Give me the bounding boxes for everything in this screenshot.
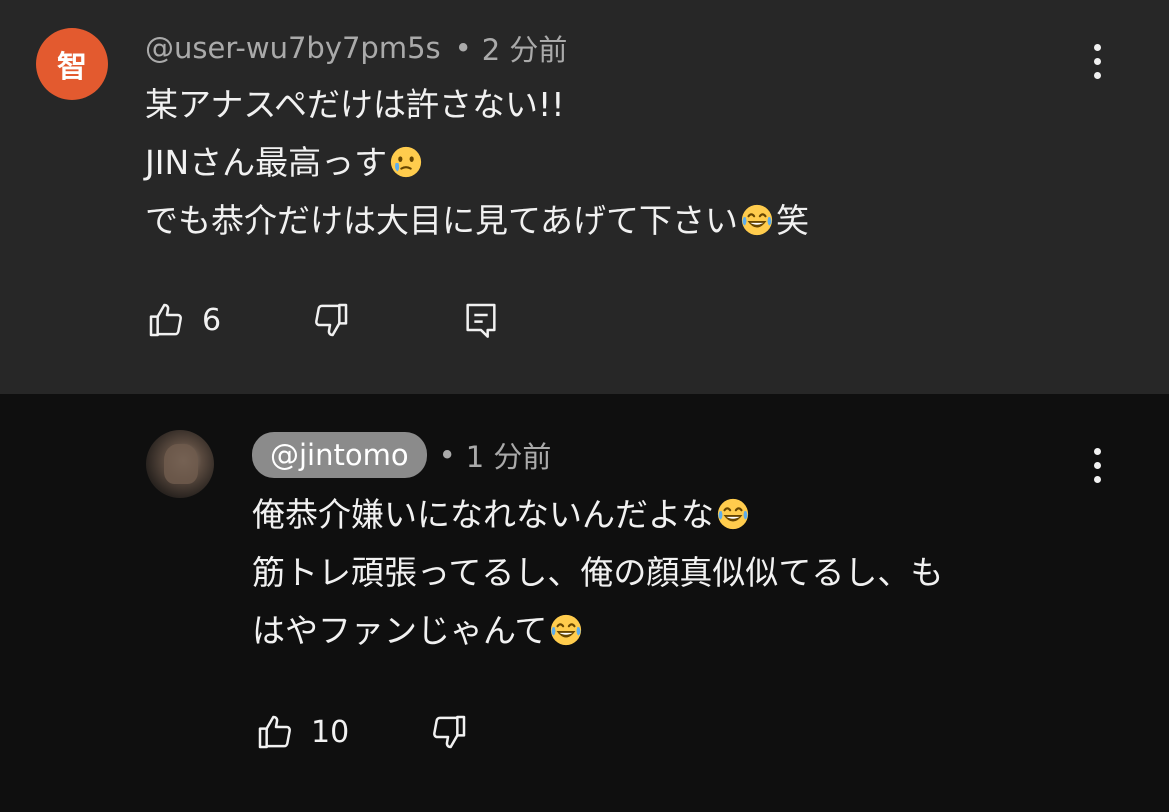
holding-back-tears-emoji-icon — [389, 145, 423, 179]
avatar[interactable] — [146, 430, 214, 498]
comment-header: @jintomo • 1 分前 — [252, 432, 551, 478]
meta-separator: • — [454, 31, 472, 65]
laughing-tears-emoji-icon — [716, 497, 750, 531]
thumbs-down-icon — [433, 715, 466, 749]
thumbs-up-icon — [149, 303, 182, 337]
laughing-tears-emoji-icon — [740, 203, 774, 237]
timestamp[interactable]: 2 分前 — [482, 27, 568, 69]
timestamp[interactable]: 1 分前 — [466, 434, 552, 476]
dislike-button[interactable] — [429, 712, 469, 752]
comment-line: 某アナスペだけは許さない!! — [145, 85, 565, 124]
comment-top: 智 @user-wu7by7pm5s • 2 分前 某アナスペだけは許さない!!… — [0, 0, 1169, 394]
comment-text: 某アナスペだけは許さない!! JINさん最高っす でも恭介だけは大目に見てあげて… — [145, 76, 809, 250]
comment-line: 筋トレ頑張ってるし、俺の顔真似似てるし、も — [252, 553, 944, 592]
more-vert-icon[interactable] — [1092, 448, 1102, 488]
like-button[interactable] — [146, 300, 186, 340]
comment-actions: 6 — [146, 300, 501, 340]
thumbs-up-icon — [258, 715, 291, 749]
like-button[interactable] — [255, 712, 295, 752]
comment-line: でも恭介だけは大目に見てあげて下さい笑 — [145, 201, 810, 240]
author-handle[interactable]: @user-wu7by7pm5s — [145, 31, 441, 65]
like-count: 6 — [202, 302, 222, 338]
like-count: 10 — [311, 714, 350, 750]
avatar[interactable]: 智 — [36, 28, 108, 100]
comment-actions: 10 — [255, 712, 469, 752]
avatar-initial: 智 — [57, 50, 87, 85]
comment-line: はやファンじゃんて — [252, 602, 943, 660]
comment-text: 俺恭介嫌いになれないんだよな 筋トレ頑張ってるし、俺の顔真似似てるし、も はやフ… — [252, 486, 943, 660]
reply-button[interactable] — [461, 300, 501, 340]
comment-line: JINさん最高っす — [145, 134, 809, 192]
comment-header: @user-wu7by7pm5s • 2 分前 — [145, 26, 567, 70]
dislike-button[interactable] — [311, 300, 351, 340]
author-handle-pill[interactable]: @jintomo — [252, 432, 427, 478]
meta-separator: • — [438, 438, 456, 472]
laughing-tears-emoji-icon — [549, 613, 583, 647]
thumbs-down-icon — [315, 303, 348, 337]
reply-icon — [466, 303, 496, 338]
comment-line: 俺恭介嫌いになれないんだよな — [252, 486, 943, 544]
more-vert-icon[interactable] — [1092, 44, 1102, 84]
